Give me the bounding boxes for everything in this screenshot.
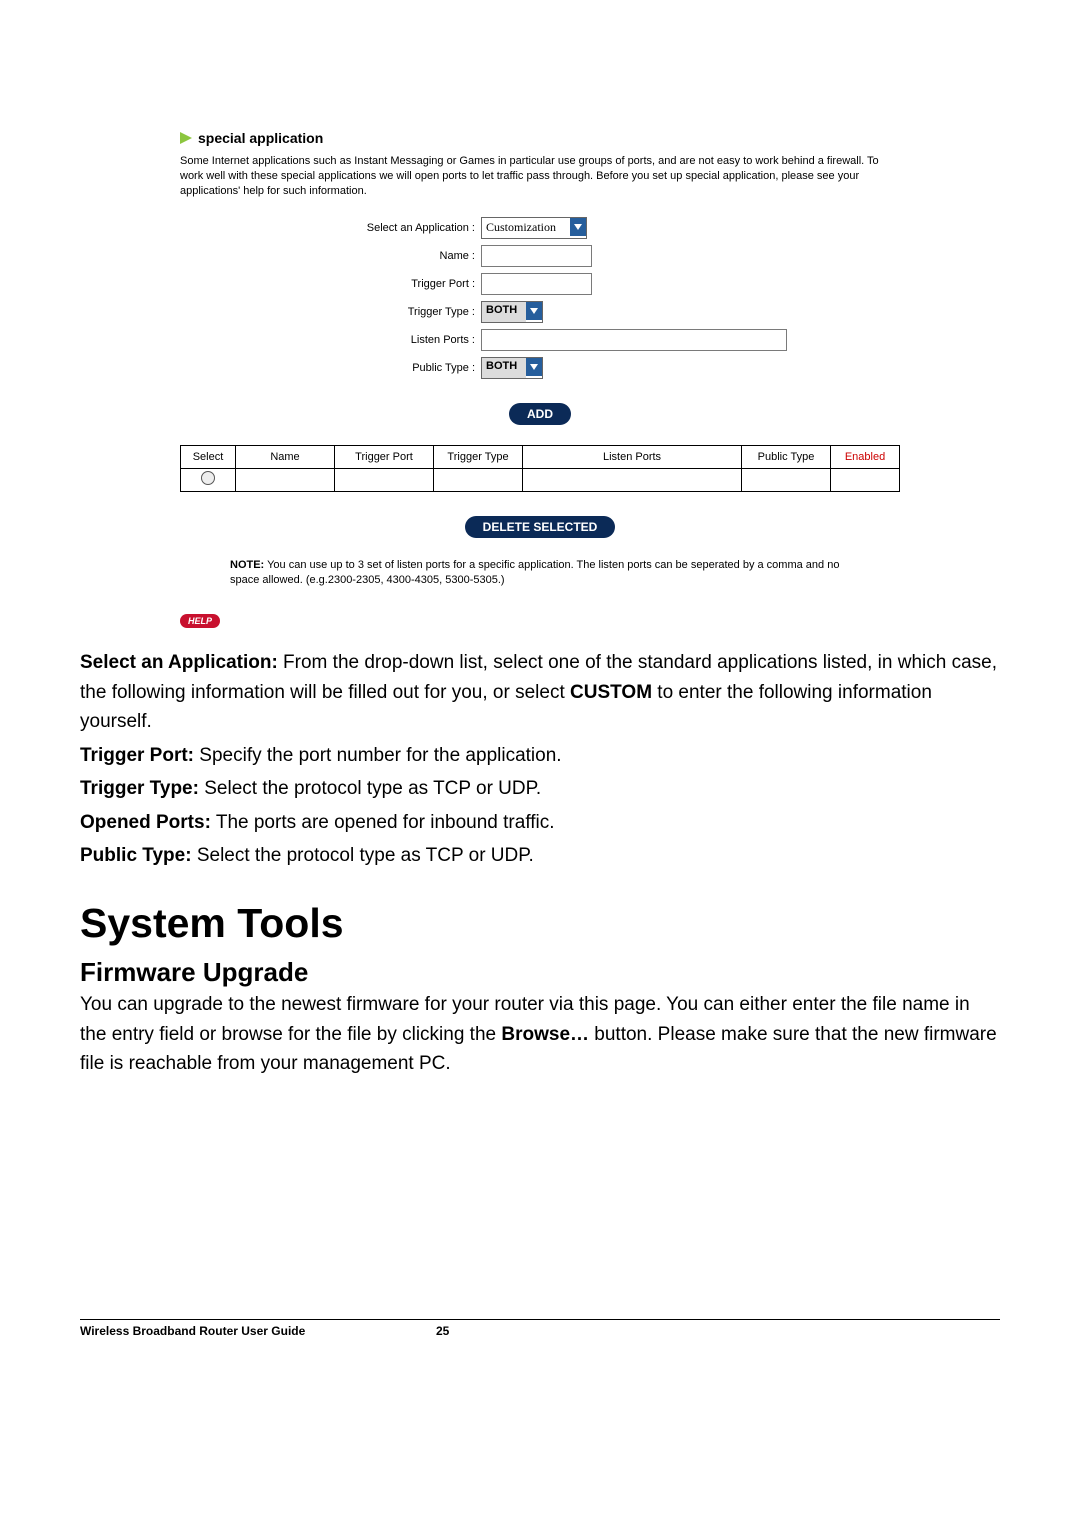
trigger-type-doc-label: Trigger Type: (80, 778, 199, 799)
footer-left: Wireless Broadband Router User Guide (80, 1324, 305, 1338)
select-app-doc-label: Select an Application: (80, 652, 278, 673)
doc-paragraph: Select an Application: From the drop-dow… (80, 648, 1000, 736)
browse-word: Browse… (501, 1024, 589, 1045)
row-name-cell (236, 468, 335, 491)
trigger-port-label: Trigger Port : (180, 278, 481, 290)
listen-ports-input[interactable] (481, 329, 787, 351)
trigger-type-label: Trigger Type : (180, 306, 481, 318)
custom-word: CUSTOM (570, 682, 652, 703)
doc-paragraph: Trigger Port: Specify the port number fo… (80, 741, 1000, 770)
trigger-type-dropdown[interactable]: BOTH (481, 301, 543, 323)
public-type-value: BOTH (482, 358, 526, 378)
chevron-down-icon (570, 218, 586, 236)
public-type-label: Public Type : (180, 362, 481, 374)
table-header-row: Select Name Trigger Port Trigger Type Li… (181, 445, 900, 468)
col-enabled: Enabled (831, 445, 900, 468)
footer-page-number: 25 (436, 1324, 449, 1338)
select-application-value: Customization (482, 218, 570, 238)
trigger-type-doc-text: Select the protocol type as TCP or UDP. (199, 778, 541, 799)
panel-title: special application (198, 130, 323, 146)
public-type-doc-text: Select the protocol type as TCP or UDP. (192, 845, 534, 866)
name-label: Name : (180, 250, 481, 262)
rules-table: Select Name Trigger Port Trigger Type Li… (180, 445, 900, 492)
row-trigger-type-cell (434, 468, 523, 491)
panel-description: Some Internet applications such as Insta… (180, 154, 900, 199)
col-trigger-port: Trigger Port (335, 445, 434, 468)
chevron-down-icon (526, 358, 542, 376)
note-text: You can use up to 3 set of listen ports … (230, 559, 839, 586)
arrow-icon (180, 132, 192, 144)
row-listen-ports-cell (523, 468, 742, 491)
trigger-port-doc-label: Trigger Port: (80, 745, 194, 766)
panel-header: special application (180, 130, 900, 146)
firmware-upgrade-heading: Firmware Upgrade (80, 957, 1000, 988)
col-public-type: Public Type (742, 445, 831, 468)
select-application-dropdown[interactable]: Customization (481, 217, 587, 239)
trigger-port-doc-text: Specify the port number for the applicat… (194, 745, 562, 766)
note-label: NOTE: (230, 559, 264, 571)
col-trigger-type: Trigger Type (434, 445, 523, 468)
help-badge[interactable]: HELP (180, 614, 220, 628)
delete-selected-button[interactable]: DELETE SELECTED (465, 516, 616, 538)
trigger-type-value: BOTH (482, 302, 526, 322)
trigger-port-input[interactable] (481, 273, 592, 295)
opened-ports-doc-text: The ports are opened for inbound traffic… (211, 812, 555, 833)
col-name: Name (236, 445, 335, 468)
col-select: Select (181, 445, 236, 468)
row-select-cell (181, 468, 236, 491)
system-tools-heading: System Tools (80, 900, 1000, 947)
row-select-radio[interactable] (201, 471, 215, 485)
doc-paragraph: Trigger Type: Select the protocol type a… (80, 774, 1000, 803)
add-button[interactable]: ADD (509, 403, 571, 425)
public-type-doc-label: Public Type: (80, 845, 192, 866)
chevron-down-icon (526, 302, 542, 320)
doc-paragraph: Public Type: Select the protocol type as… (80, 841, 1000, 870)
row-trigger-port-cell (335, 468, 434, 491)
col-listen-ports: Listen Ports (523, 445, 742, 468)
page-footer: Wireless Broadband Router User Guide 25 (80, 1319, 1000, 1338)
table-row (181, 468, 900, 491)
row-public-type-cell (742, 468, 831, 491)
opened-ports-doc-label: Opened Ports: (80, 812, 211, 833)
doc-paragraph: You can upgrade to the newest firmware f… (80, 990, 1000, 1078)
listen-ports-label: Listen Ports : (180, 334, 481, 346)
form-area: Select an Application : Customization Na… (180, 217, 900, 379)
public-type-dropdown[interactable]: BOTH (481, 357, 543, 379)
row-enabled-cell (831, 468, 900, 491)
note-block: NOTE: You can use up to 3 set of listen … (180, 558, 900, 589)
name-input[interactable] (481, 245, 592, 267)
doc-paragraph: Opened Ports: The ports are opened for i… (80, 808, 1000, 837)
special-application-panel: special application Some Internet applic… (180, 130, 900, 628)
select-application-label: Select an Application : (180, 222, 481, 234)
